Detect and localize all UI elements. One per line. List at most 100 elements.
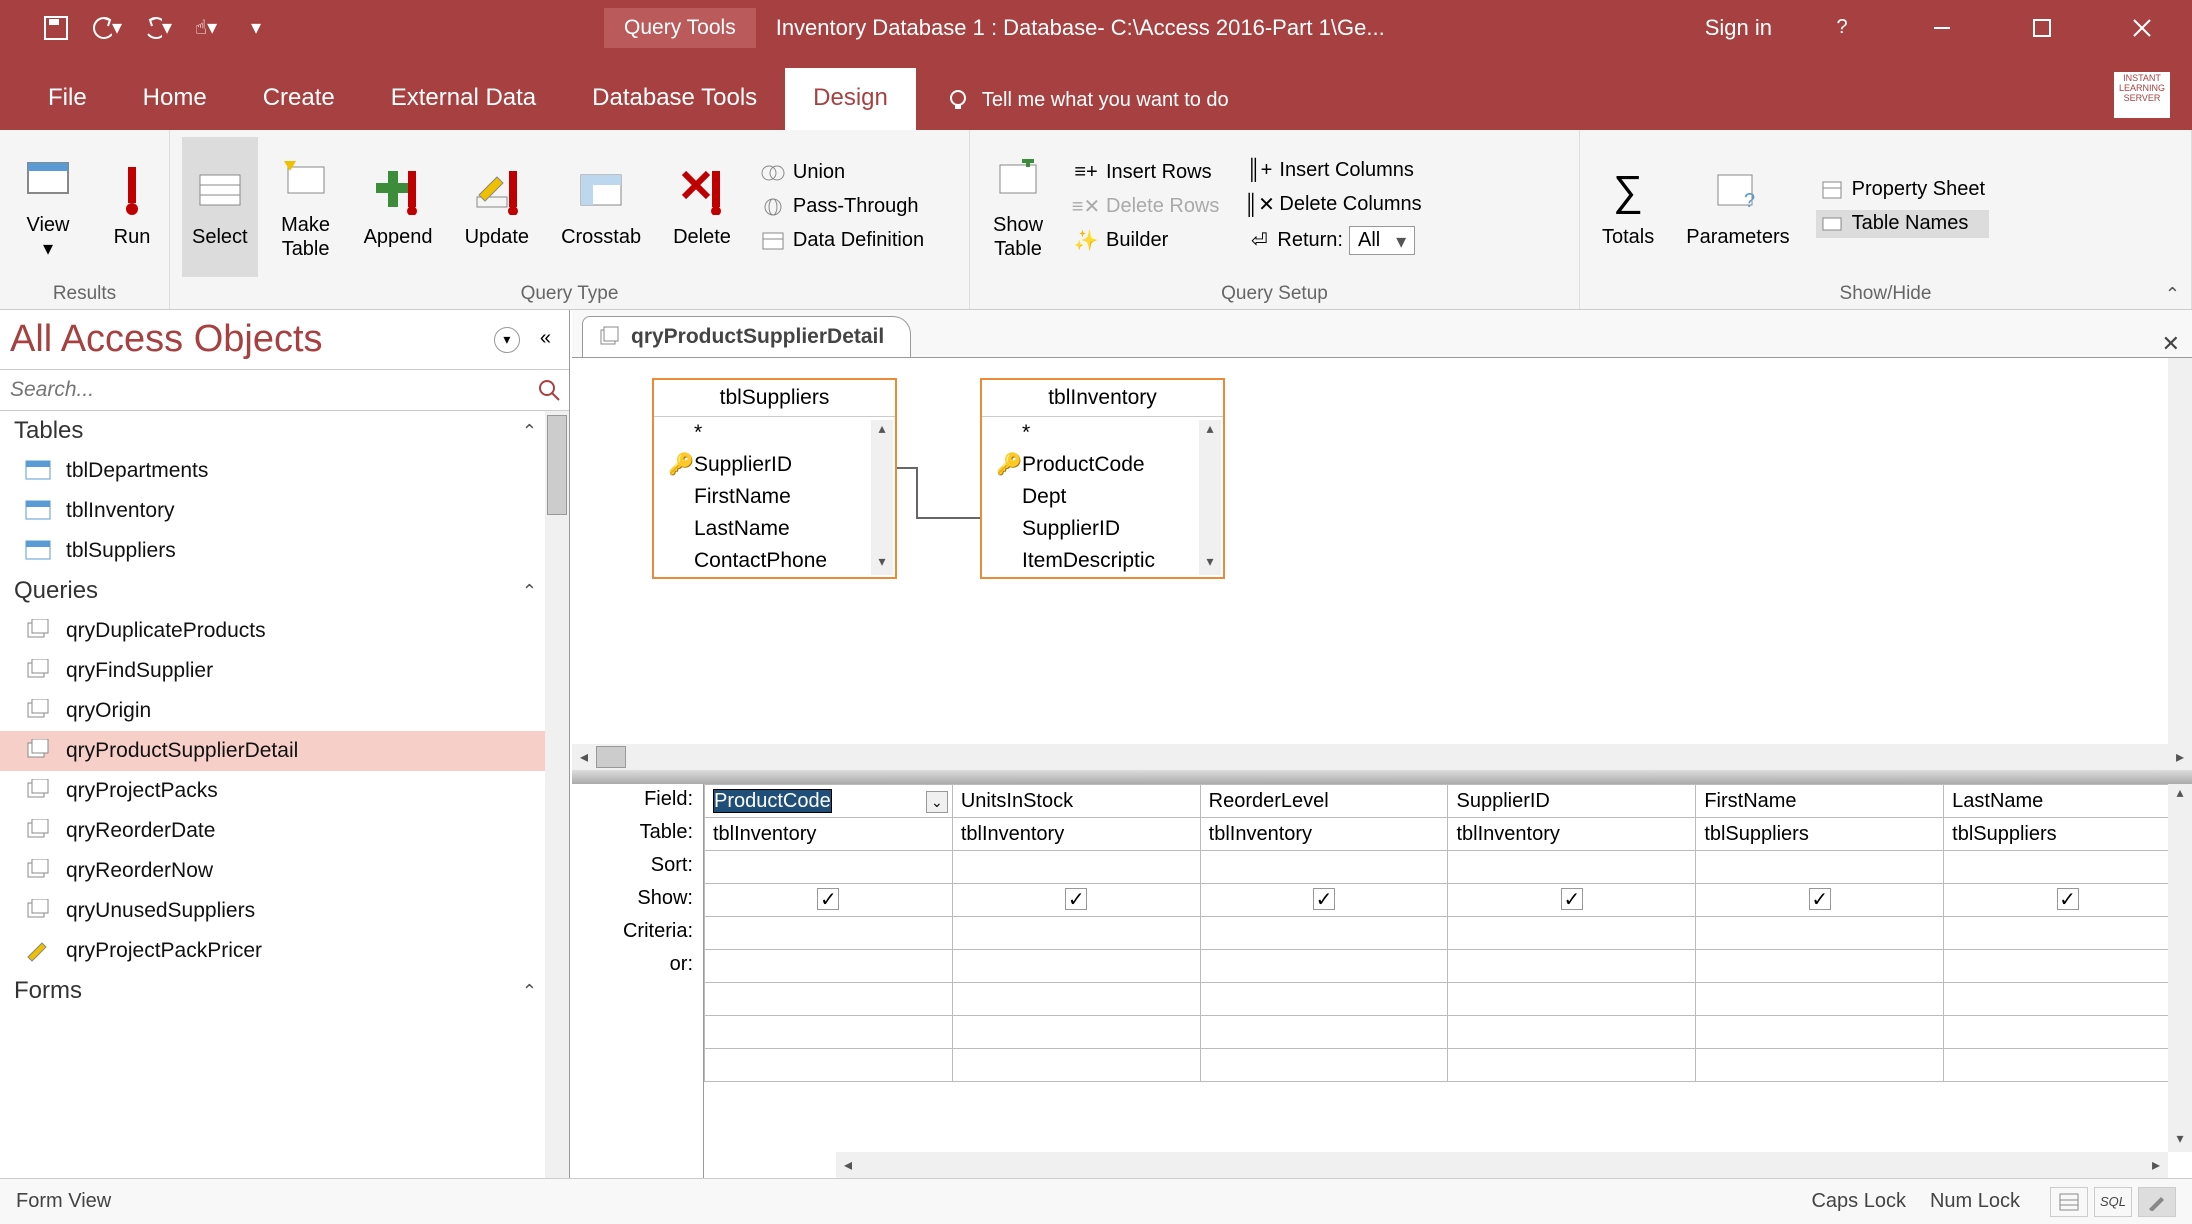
union-button[interactable]: Union — [757, 159, 928, 187]
close-icon[interactable] — [2112, 8, 2172, 48]
table-inventory-box[interactable]: tblInventory * 🔑ProductCode Dept Supplie… — [980, 378, 1225, 579]
search-icon[interactable] — [529, 370, 569, 410]
grid-cell-criteria[interactable] — [1448, 917, 1696, 950]
join-line[interactable] — [897, 458, 980, 538]
nav-item-qryorigin[interactable]: qryOrigin — [0, 691, 569, 731]
nav-item-qryduplicateproducts[interactable]: qryDuplicateProducts — [0, 611, 569, 651]
tell-me[interactable]: Tell me what you want to do — [946, 88, 1229, 130]
search-input[interactable] — [0, 370, 529, 410]
grid-cell-criteria[interactable] — [1944, 917, 2192, 950]
undo-icon[interactable]: ▾ — [90, 12, 122, 44]
grid-cell-criteria[interactable] — [1696, 917, 1944, 950]
grid-cell-sort[interactable] — [1448, 851, 1696, 884]
grid-cell[interactable] — [1696, 1049, 1944, 1082]
grid-cell-sort[interactable] — [1944, 851, 2192, 884]
grid-cell[interactable] — [1448, 1016, 1696, 1049]
qat-customize-icon[interactable]: ▾ — [240, 12, 272, 44]
maximize-icon[interactable] — [2012, 8, 2072, 48]
nav-item-qryprojectpackpricer[interactable]: qryProjectPackPricer — [0, 931, 569, 971]
grid-cell-field[interactable]: LastName — [1944, 785, 2192, 818]
nav-item-qryfindsupplier[interactable]: qryFindSupplier — [0, 651, 569, 691]
make-table-button[interactable]: Make Table — [270, 137, 342, 277]
nav-cat-tables[interactable]: Tables⌃ — [0, 411, 569, 451]
field-row[interactable]: * — [982, 417, 1223, 449]
grid-cell[interactable] — [705, 1016, 953, 1049]
grid-cell-or[interactable] — [952, 950, 1200, 983]
grid-cell[interactable] — [1448, 1049, 1696, 1082]
field-row[interactable]: * — [654, 417, 895, 449]
dropdown-icon[interactable]: ⌄ — [926, 791, 948, 813]
grid-cell[interactable] — [705, 1049, 953, 1082]
grid-cell-table[interactable]: tblInventory — [952, 818, 1200, 851]
grid-cell-table[interactable]: tblSuppliers — [1696, 818, 1944, 851]
nav-item-tblsuppliers[interactable]: tblSuppliers — [0, 531, 569, 571]
nav-collapse-icon[interactable]: « — [540, 327, 551, 353]
tab-create[interactable]: Create — [235, 84, 363, 130]
grid-cell-sort[interactable] — [1696, 851, 1944, 884]
grid-cell-table[interactable]: tblInventory — [1200, 818, 1448, 851]
design-hscroll[interactable]: ◂ ▸ — [572, 744, 2192, 770]
grid-cell-or[interactable] — [705, 950, 953, 983]
tab-design[interactable]: Design — [785, 68, 916, 130]
design-vscroll[interactable] — [2168, 358, 2192, 758]
nav-item-tbldepartments[interactable]: tblDepartments — [0, 451, 569, 491]
nav-item-qryprojectpacks[interactable]: qryProjectPacks — [0, 771, 569, 811]
tab-home[interactable]: Home — [115, 84, 235, 130]
scroll-right-icon[interactable]: ▸ — [2168, 747, 2192, 767]
parameters-button[interactable]: ?Parameters — [1676, 137, 1799, 277]
splitter[interactable] — [572, 770, 2192, 784]
totals-button[interactable]: ∑Totals — [1592, 137, 1664, 277]
mini-scrollbar[interactable]: ▴▾ — [871, 420, 893, 575]
insert-rows-button[interactable]: ≡+Insert Rows — [1070, 159, 1223, 187]
touch-mouse-icon[interactable]: ☝︎▾ — [190, 12, 222, 44]
mini-scrollbar[interactable]: ▴▾ — [1199, 420, 1221, 575]
grid-cell[interactable] — [952, 1016, 1200, 1049]
grid-cell-show[interactable]: ✓ — [705, 884, 953, 917]
run-button[interactable]: Run — [96, 137, 168, 277]
tab-database-tools[interactable]: Database Tools — [564, 84, 785, 130]
return-select[interactable]: All — [1349, 226, 1415, 255]
grid-cell-field[interactable]: FirstName — [1696, 785, 1944, 818]
insert-columns-button[interactable]: ║+Insert Columns — [1243, 156, 1425, 184]
tab-external-data[interactable]: External Data — [363, 84, 564, 130]
grid-cell-show[interactable]: ✓ — [1200, 884, 1448, 917]
scroll-left-icon[interactable]: ◂ — [572, 747, 596, 767]
field-row[interactable]: Dept — [982, 481, 1223, 513]
builder-button[interactable]: ✨Builder — [1070, 227, 1223, 255]
help-icon[interactable]: ? — [1812, 8, 1872, 48]
grid-cell-or[interactable] — [1200, 950, 1448, 983]
grid-cell[interactable] — [952, 1049, 1200, 1082]
nav-item-qryreorderdate[interactable]: qryReorderDate — [0, 811, 569, 851]
grid-cell[interactable] — [1944, 1016, 2192, 1049]
view-datasheet-icon[interactable] — [2050, 1187, 2088, 1217]
doc-tab-qryproductsupplierdetail[interactable]: qryProductSupplierDetail — [582, 316, 911, 357]
save-icon[interactable] — [40, 12, 72, 44]
show-table-button[interactable]: Show Table — [982, 137, 1054, 277]
grid-cell-criteria[interactable] — [952, 917, 1200, 950]
scroll-down-icon[interactable]: ▾ — [2168, 1130, 2192, 1152]
field-row[interactable]: LastName — [654, 513, 895, 545]
delete-querytype-button[interactable]: Delete — [663, 137, 741, 277]
update-button[interactable]: Update — [455, 137, 540, 277]
grid-cell-or[interactable] — [1696, 950, 1944, 983]
property-sheet-button[interactable]: Property Sheet — [1816, 176, 1989, 204]
grid-cell[interactable] — [1944, 1049, 2192, 1082]
select-querytype-button[interactable]: Select — [182, 137, 258, 277]
grid-cell-show[interactable]: ✓ — [952, 884, 1200, 917]
grid-vscroll[interactable]: ▴▾ — [2168, 784, 2192, 1152]
grid-cell-sort[interactable] — [1200, 851, 1448, 884]
scroll-right-icon[interactable]: ▸ — [2144, 1155, 2168, 1175]
crosstab-button[interactable]: Crosstab — [551, 137, 651, 277]
minimize-icon[interactable] — [1912, 8, 1972, 48]
delete-columns-button[interactable]: ║✕Delete Columns — [1243, 190, 1425, 218]
nav-item-qryreordernow[interactable]: qryReorderNow — [0, 851, 569, 891]
tab-file[interactable]: File — [20, 84, 115, 130]
grid-cell-field[interactable]: SupplierID — [1448, 785, 1696, 818]
field-row[interactable]: SupplierID — [982, 513, 1223, 545]
view-sql-icon[interactable]: SQL — [2094, 1187, 2132, 1217]
grid-cell[interactable] — [1696, 983, 1944, 1016]
grid-cell-field[interactable]: ProductCode⌄ — [705, 785, 953, 818]
grid-cell-field[interactable]: ReorderLevel — [1200, 785, 1448, 818]
design-surface[interactable]: tblSuppliers * 🔑SupplierID FirstName Las… — [572, 358, 2192, 758]
nav-cat-queries[interactable]: Queries⌃ — [0, 571, 569, 611]
